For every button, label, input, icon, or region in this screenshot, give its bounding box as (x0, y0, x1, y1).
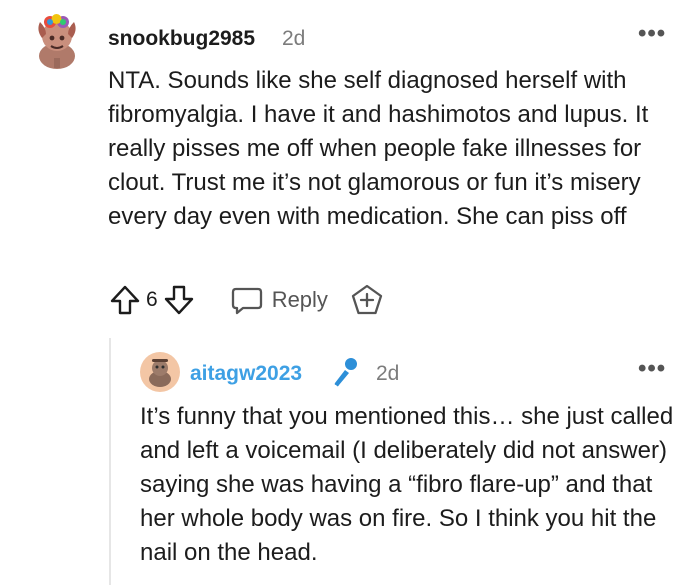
reply-icon (231, 287, 262, 315)
comment-actions: 6 Reply (108, 280, 384, 320)
upvote-icon (110, 285, 140, 315)
comment-author[interactable]: snookbug2985 (108, 27, 255, 51)
microphone-icon (334, 358, 357, 387)
downvote-button[interactable] (162, 283, 196, 317)
more-options-icon[interactable]: ••• (638, 20, 666, 48)
vote-score: 6 (146, 288, 158, 311)
comment-timestamp: 2d (282, 27, 306, 50)
avatar[interactable] (140, 352, 180, 392)
upvote-button[interactable] (108, 283, 142, 317)
award-icon (351, 284, 383, 315)
comment-body: NTA. Sounds like she self diagnosed hers… (108, 67, 649, 230)
reply-author[interactable]: aitagw2023 (190, 362, 302, 386)
reply-timestamp: 2d (376, 362, 400, 385)
award-button[interactable] (350, 283, 384, 317)
reply-label: Reply (271, 287, 328, 312)
reply-body: It’s funny that you mentioned this… she … (140, 403, 674, 566)
reply-button[interactable]: Reply (230, 284, 328, 316)
downvote-icon (164, 285, 193, 315)
more-options-icon[interactable]: ••• (638, 355, 666, 383)
thread-line[interactable] (109, 338, 111, 585)
avatar[interactable] (32, 8, 82, 70)
